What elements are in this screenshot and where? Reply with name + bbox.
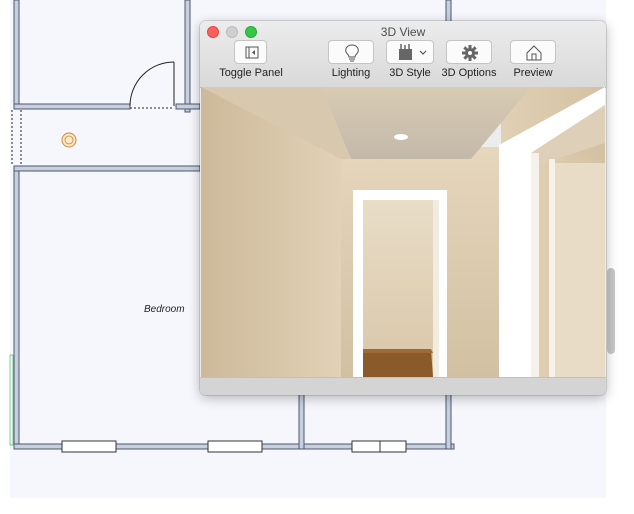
window-title: 3D View <box>380 25 426 39</box>
ceiling-light-icon[interactable] <box>61 132 77 148</box>
window-titlebar[interactable]: 3D View Toggle Panel Lighting 3D Style 3… <box>200 21 606 88</box>
3d-style-button[interactable] <box>386 40 434 64</box>
preview-button[interactable] <box>510 40 556 64</box>
window-bottom-bar <box>200 377 606 395</box>
3d-style-label: 3D Style <box>389 67 431 79</box>
3d-render-viewport[interactable] <box>201 87 605 377</box>
lightbulb-icon <box>345 44 359 62</box>
gear-icon <box>462 45 478 61</box>
vertical-scrollbar[interactable] <box>607 268 615 354</box>
3d-view-window: 3D View Toggle Panel Lighting 3D Style 3… <box>200 21 606 395</box>
windows <box>61 440 407 453</box>
3d-options-button[interactable] <box>446 40 492 64</box>
sidebar-toggle-icon <box>245 46 259 59</box>
preview-label: Preview <box>513 67 553 79</box>
room-label-bedroom[interactable]: Bedroom <box>144 304 185 315</box>
render-ceiling-light <box>394 134 408 140</box>
paint-brush-icon <box>399 44 427 60</box>
lighting-label: Lighting <box>331 67 371 79</box>
render-doorway <box>353 190 447 377</box>
3d-options-label: 3D Options <box>441 67 497 79</box>
toggle-panel-label: Toggle Panel <box>219 67 283 79</box>
house-icon <box>526 45 542 61</box>
toggle-panel-button[interactable] <box>234 40 267 64</box>
lighting-button[interactable] <box>328 40 374 64</box>
